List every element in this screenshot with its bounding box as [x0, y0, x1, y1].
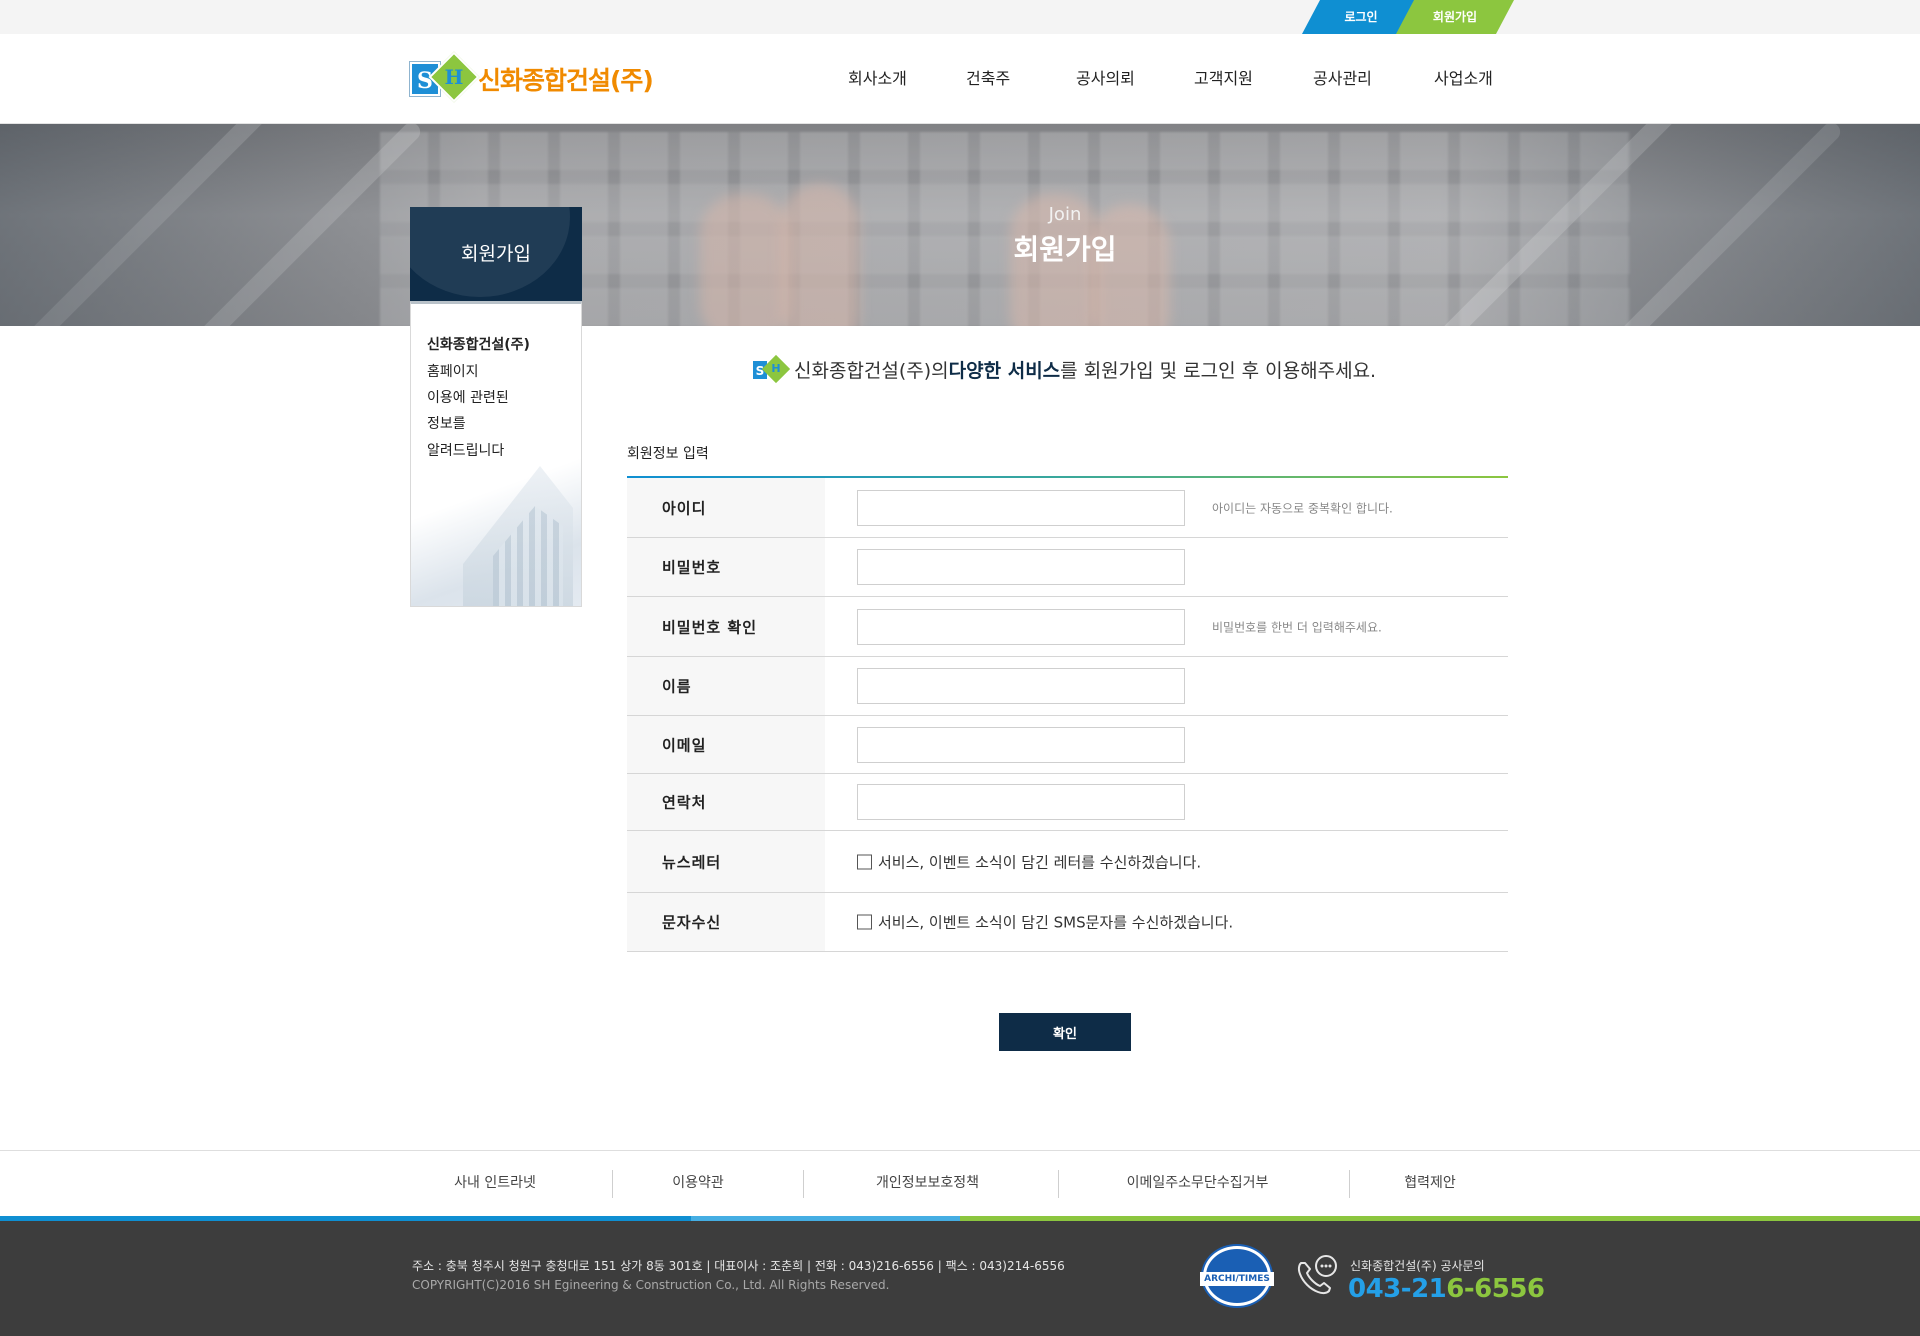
confirm-button[interactable]: 확인 [999, 1013, 1131, 1051]
form-row-phone: 연락처 [627, 774, 1508, 831]
label-sms: 문자수신 [662, 913, 722, 932]
form-row-name: 이름 [627, 657, 1508, 716]
side-building-image [411, 456, 581, 606]
intro-pre: 신화종합건설(주)의 [794, 360, 949, 382]
side-title-text: 회원가입 [461, 243, 531, 265]
label-email: 이메일 [662, 736, 707, 754]
sms-checkbox[interactable] [857, 914, 872, 930]
password-confirm-input[interactable] [857, 608, 1185, 645]
banner-subtitle: Join [1048, 204, 1082, 225]
phone-chat-icon [1297, 1255, 1337, 1295]
site-header: S H 신화종합건설(주) 회사소개 건축주 공사의뢰 고객지원 공사관리 사업… [0, 34, 1920, 124]
side-line-company: 신화종합건설(주) [427, 337, 530, 353]
form-row-email: 이메일 [627, 716, 1508, 774]
site-logo[interactable]: S H 신화종합건설(주) [410, 51, 654, 103]
footer-phone-label: 신화종합건설(주) 공사문의 [1350, 1259, 1485, 1273]
utility-bar: 로그인 회원가입 [0, 0, 1920, 34]
form-caption: 회원정보 입력 [627, 446, 709, 462]
form-row-id: 아이디 아이디는 자동으로 중복확인 합니다. [627, 478, 1508, 538]
label-name: 이름 [662, 677, 692, 696]
newsletter-checkbox[interactable] [857, 854, 872, 869]
footer-link-terms[interactable]: 이용약관 [648, 1151, 748, 1217]
id-input[interactable] [857, 489, 1185, 526]
form-row-sms: 문자수신 서비스, 이벤트 소식이 담긴 SMS문자를 수신하겠습니다. [627, 893, 1508, 952]
nav-architect[interactable]: 건축주 [966, 34, 1010, 124]
footer-phone-number: 043-216-6556 [1348, 1274, 1545, 1304]
nav-support[interactable]: 고객지원 [1194, 34, 1253, 124]
side-line: 홈페이지 [427, 364, 479, 380]
side-info-box: 신화종합건설(주) 홈페이지 이용에 관련된 정보를 알려드립니다 [410, 301, 582, 607]
intro-bold: 다양한 서비스 [948, 360, 1061, 382]
footer-link-privacy[interactable]: 개인정보보호정책 [850, 1151, 1005, 1217]
nav-management[interactable]: 공사관리 [1313, 34, 1372, 124]
sms-text: 서비스, 이벤트 소식이 담긴 SMS문자를 수신하겠습니다. [878, 913, 1234, 932]
side-line: 정보를 [427, 416, 466, 432]
name-input[interactable] [857, 668, 1185, 704]
label-newsletter: 뉴스레터 [662, 853, 722, 871]
newsletter-option[interactable]: 서비스, 이벤트 소식이 담긴 레터를 수신하겠습니다. [857, 851, 1201, 872]
label-password: 비밀번호 [662, 558, 722, 577]
footer-address: 주소 : 충북 청주시 청원구 충청대로 151 상가 8동 301호 | 대표… [412, 1259, 1065, 1273]
label-phone: 연락처 [662, 793, 707, 812]
footer-link-partnership[interactable]: 협력제안 [1390, 1151, 1470, 1217]
password-confirm-hint: 비밀번호를 한번 더 입력해주세요. [1212, 620, 1382, 634]
sh-logo-icon: S H [752, 354, 791, 383]
label-password-confirm: 비밀번호 확인 [662, 618, 758, 636]
sub-banner: Join 회원가입 [0, 124, 1920, 326]
footer-links: 사내 인트라넷 이용약관 개인정보보호정책 이메일주소무단수집거부 협력제안 [0, 1150, 1920, 1216]
logo-h-letter: H [444, 65, 464, 89]
password-input[interactable] [857, 549, 1185, 585]
site-footer: 주소 : 충북 청주시 청원구 충청대로 151 상가 8동 301호 | 대표… [0, 1221, 1920, 1336]
footer-link-email-policy[interactable]: 이메일주소무단수집거부 [1110, 1151, 1285, 1217]
banner-title: 회원가입 [1013, 233, 1117, 266]
intro-message: S H 신화종합건설(주)의 다양한 서비스 를 회원가입 및 로그인 후 이용해… [752, 354, 1377, 383]
newsletter-text: 서비스, 이벤트 소식이 담긴 레터를 수신하겠습니다. [878, 853, 1202, 871]
form-row-newsletter: 뉴스레터 서비스, 이벤트 소식이 담긴 레터를 수신하겠습니다. [627, 831, 1508, 893]
logo-mark-icon: S H [410, 51, 480, 103]
email-input[interactable] [857, 726, 1185, 763]
badge-text: ARCHI/TIMES [1200, 1272, 1274, 1286]
form-row-password: 비밀번호 [627, 538, 1508, 597]
footer-copyright: COPYRIGHT(C)2016 SH Egineering & Constru… [412, 1278, 890, 1292]
logo-text: 신화종합건설(주) [478, 66, 654, 95]
form-row-password-confirm: 비밀번호 확인 비밀번호를 한번 더 입력해주세요. [627, 597, 1508, 657]
sms-option[interactable]: 서비스, 이벤트 소식이 담긴 SMS문자를 수신하겠습니다. [857, 912, 1233, 933]
id-hint: 아이디는 자동으로 중복확인 합니다. [1212, 501, 1393, 515]
side-menu-title: 회원가입 [410, 207, 582, 301]
footer-link-intranet[interactable]: 사내 인트라넷 [440, 1151, 550, 1217]
label-id: 아이디 [662, 499, 707, 517]
nav-business[interactable]: 사업소개 [1434, 34, 1493, 124]
intro-post: 를 회원가입 및 로그인 후 이용해주세요. [1060, 360, 1377, 382]
phone-input[interactable] [857, 784, 1185, 820]
side-line: 이용에 관련된 [427, 390, 509, 406]
join-link[interactable]: 회원가입 [1396, 0, 1514, 34]
archi-times-badge-icon: ARCHI/TIMES [1200, 1246, 1274, 1306]
nav-request[interactable]: 공사의뢰 [1076, 34, 1135, 124]
nav-company[interactable]: 회사소개 [848, 34, 907, 124]
